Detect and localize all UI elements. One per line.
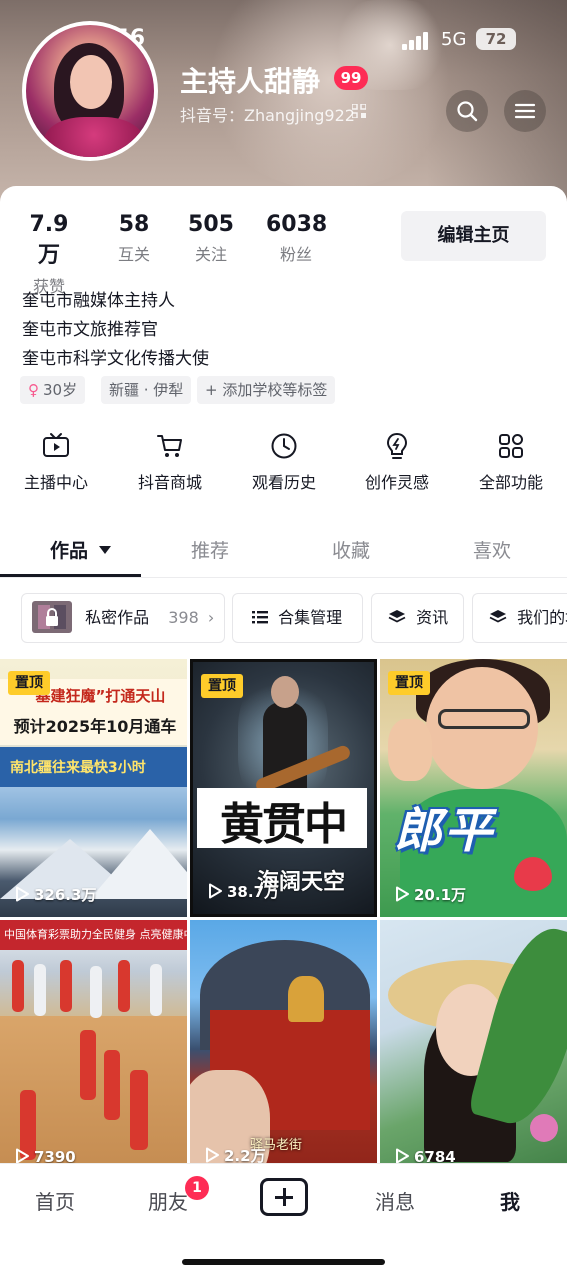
tab-label: 作品 [50,540,89,562]
stat-value: 6038 [266,212,328,237]
private-works-count: 398 [168,608,199,627]
douyin-id[interactable]: 抖音号：Zhangjing922 [180,102,355,126]
function-inspiration[interactable]: 创作灵感 [342,432,452,493]
friends-badge: 1 [185,1176,209,1200]
stat-mutual[interactable]: 58 互关 [110,212,158,265]
add-school-tag[interactable]: + 添加学校等标签 [197,376,336,404]
menu-button[interactable] [504,90,546,132]
news-chip[interactable]: 资讯 [371,593,464,643]
function-label: 创作灵感 [364,473,429,492]
play-count: 38.7万 [207,881,279,902]
video-headline: 预计2025年10月通车 [13,717,177,736]
tab-recommend[interactable]: 推荐 [191,536,229,563]
caret-down-icon [98,545,111,554]
location-tag: 新疆 · 伊犁 [101,376,192,404]
play-icon [16,1148,29,1164]
clock-icon [271,433,297,459]
layers-icon [388,610,406,623]
video-card[interactable]: 6784 [380,920,567,1178]
video-card[interactable]: 郎平 置顶 20.1万 [380,659,567,917]
bulb-icon [386,432,408,459]
function-all[interactable]: 全部功能 [456,432,566,493]
play-icon [206,1147,219,1163]
layers-icon [489,610,507,623]
stat-likes[interactable]: 7.9万 获赞 [20,212,78,297]
collection-manage-label: 合集管理 [278,608,343,627]
video-card[interactable]: 黄贯中 海阔天空 置顶 38.7万 [190,659,377,917]
bio-line: 奎屯市科学文化传播大使 [22,349,209,369]
video-title: 黄贯中 [220,799,348,850]
tab-favorites[interactable]: 收藏 [332,536,370,563]
edit-profile-button[interactable]: 编辑主页 [401,211,546,261]
ours-chip[interactable]: 我们的地 [472,593,567,643]
video-title: 郎平 [394,803,495,859]
profile-name: 主持人甜静 [180,65,321,98]
female-icon: ♀ [28,381,39,399]
level-badge[interactable]: 99 [334,66,368,90]
nav-me[interactable]: 我 [500,1186,520,1215]
create-button[interactable] [260,1178,308,1216]
chevron-right-icon: › [207,608,215,627]
avatar[interactable] [22,21,158,161]
function-history[interactable]: 观看历史 [229,432,339,493]
menu-icon [514,103,536,119]
lock-thumbnail-icon [32,601,72,633]
function-label: 观看历史 [251,473,316,492]
play-icon [396,886,409,902]
video-card[interactable]: 驿马老街 2.2万 [190,920,377,1178]
bio-line: 奎屯市文旅推荐官 [22,320,158,340]
tv-icon [43,433,69,457]
nav-home[interactable]: 首页 [35,1186,75,1215]
stat-fans[interactable]: 6038 粉丝 [266,212,328,265]
play-icon [209,883,222,899]
function-mall[interactable]: 抖音商城 [115,432,225,493]
bio-line: 奎屯市融媒体主持人 [22,291,175,311]
play-icon [16,886,29,902]
cart-icon [157,435,182,457]
video-headline: 南北疆往来最快3小时 [10,760,146,776]
age-tag: ♀ 30岁 [20,376,86,404]
ours-label: 我们的地 [517,608,567,627]
search-icon [457,101,478,122]
video-card[interactable]: 中国体育彩票助力全民健身 点亮健康中国 7390 [0,920,187,1178]
private-works-label: 私密作品 [85,608,150,627]
nav-messages[interactable]: 消息 [375,1186,415,1215]
stat-value: 505 [188,212,234,237]
stat-label: 粉丝 [279,245,312,264]
private-works-chip[interactable]: 私密作品 398 › [21,593,225,643]
function-label: 抖音商城 [137,473,202,492]
stat-following[interactable]: 505 关注 [186,212,236,265]
divider [0,577,567,578]
stat-label: 互关 [117,245,150,264]
pinned-badge: 置顶 [201,674,243,698]
play-icon [396,1148,409,1164]
video-banner: 中国体育彩票助力全民健身 点亮健康中国 [4,928,187,941]
collection-manage-chip[interactable]: 合集管理 [232,593,363,643]
stat-value: 58 [118,212,150,237]
play-count: 326.3万 [14,884,96,905]
list-icon [252,611,268,624]
pinned-badge: 置顶 [388,671,430,695]
function-streamer-center[interactable]: 主播中心 [1,432,111,493]
network-type: 5G [441,29,467,50]
stat-value: 7.9万 [29,212,69,268]
grid-icon [499,434,523,458]
tab-works[interactable]: 作品 [50,536,111,563]
tab-likes[interactable]: 喜欢 [473,536,511,563]
function-label: 主播中心 [23,473,88,492]
stat-label: 关注 [194,245,227,264]
age-label: 30岁 [43,381,78,399]
news-label: 资讯 [416,608,449,627]
home-indicator [182,1259,385,1265]
pinned-badge: 置顶 [8,671,50,695]
play-count: 20.1万 [394,884,466,905]
qrcode-icon[interactable] [352,104,366,118]
function-label: 全部功能 [478,473,543,492]
nav-friends[interactable]: 朋友 [148,1186,188,1215]
search-button[interactable] [446,90,488,132]
signal-icon [402,32,430,50]
battery-icon: 72 [476,28,516,50]
video-card[interactable]: “基建狂魔”打通天山 预计2025年10月通车 南北疆往来最快3小时 置顶 32… [0,659,187,917]
